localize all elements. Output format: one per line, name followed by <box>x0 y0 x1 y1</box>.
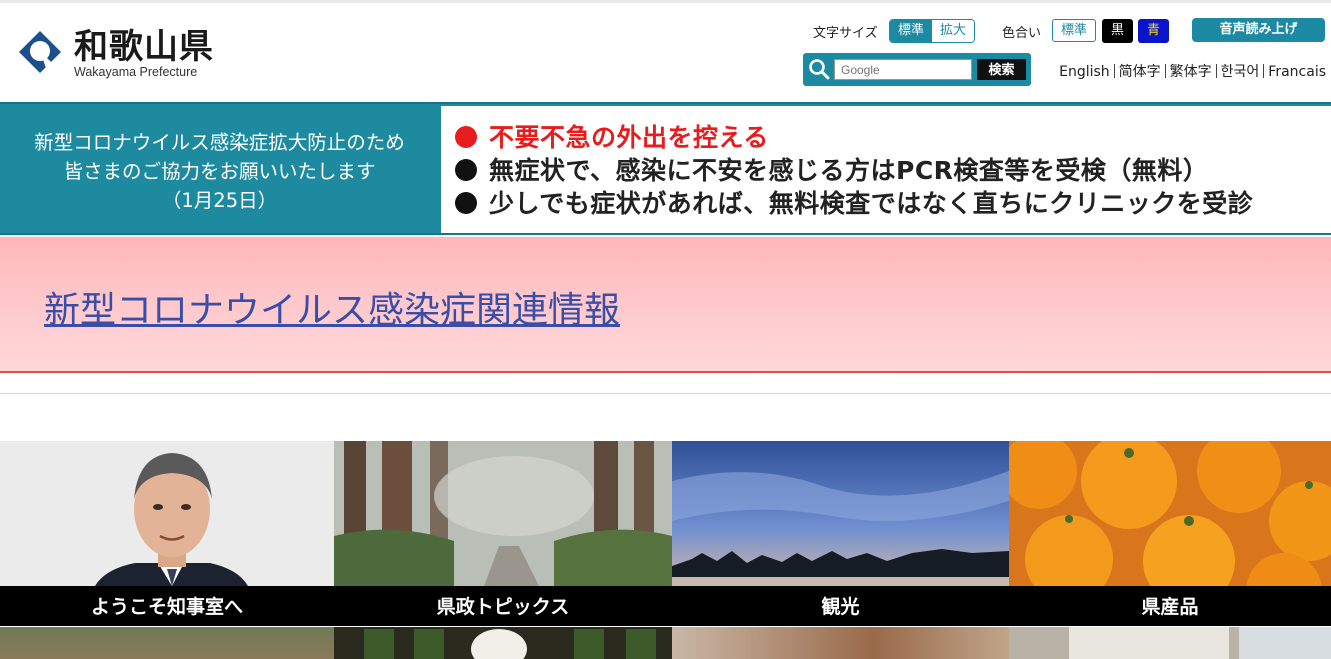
lang-english[interactable]: English <box>1059 64 1110 80</box>
color-label: 色合い <box>1002 26 1042 41</box>
logo-subtitle: Wakayama Prefecture <box>74 65 198 79</box>
color-standard-button[interactable]: 標準 <box>1052 19 1096 42</box>
tile-row2-2[interactable] <box>334 627 672 659</box>
logo-title: 和歌山県 <box>74 27 214 67</box>
bullet-icon <box>455 159 477 181</box>
color-blue-button[interactable]: 青 <box>1138 19 1169 43</box>
search-box: 検索 <box>803 53 1031 86</box>
font-size-label: 文字サイズ <box>813 26 878 41</box>
mandarin-oranges-photo <box>1009 441 1331 586</box>
classroom-photo <box>1069 627 1331 659</box>
lang-traditional-chinese[interactable]: 繁体字 <box>1170 64 1212 80</box>
search-icon <box>809 59 830 80</box>
governor-photo <box>0 441 334 586</box>
font-size-standard-button[interactable]: 標準 <box>890 20 933 42</box>
voice-reader-button[interactable]: 音声読み上げ <box>1192 18 1325 42</box>
font-size-large-button[interactable]: 拡大 <box>932 20 975 42</box>
tile-row2-1[interactable] <box>0 627 334 659</box>
color-black-button[interactable]: 黒 <box>1102 19 1133 43</box>
forest-photo <box>334 441 672 586</box>
request-item-1: 不要不急の外出を控える <box>455 118 769 154</box>
font-size-toggle: 標準 拡大 <box>889 19 976 43</box>
lang-korean[interactable]: 한국어 <box>1221 64 1260 80</box>
covid-banner-requests: 不要不急の外出を控える 無症状で、感染に不安を感じる方はPCR検査等を受検（無料… <box>441 106 1331 233</box>
tile-products-label: 県産品 <box>1009 586 1331 626</box>
tile-governor-label: ようこそ知事室へ <box>0 586 334 626</box>
lang-simplified-chinese[interactable]: 简体字 <box>1119 64 1161 80</box>
bullet-icon <box>455 126 477 148</box>
language-links: English 简体字 繁体字 한국어 Francais <box>1059 61 1326 81</box>
wakayama-logo-icon <box>19 31 61 73</box>
bullet-icon <box>455 192 477 214</box>
covid-info-panel: 新型コロナウイルス感染症関連情報 <box>0 237 1331 373</box>
search-input[interactable] <box>834 59 972 80</box>
request-item-3: 少しでも症状があれば、無料検査ではなく直ちにクリニックを受診 <box>455 184 1253 220</box>
top-border <box>0 0 1331 3</box>
seascape-photo <box>672 441 1009 586</box>
tile-row2-3[interactable] <box>672 627 1009 659</box>
tile-topics[interactable]: 県政トピックス <box>334 441 672 626</box>
covid-banner[interactable]: 新型コロナウイルス感染症拡大防止のため 皆さまのご協力をお願いいたします （1月… <box>0 102 1331 235</box>
covid-info-link[interactable]: 新型コロナウイルス感染症関連情報 <box>44 281 620 333</box>
tile-tourism[interactable]: 観光 <box>672 441 1009 626</box>
sake-bottles-photo <box>364 629 656 659</box>
divider <box>0 393 1331 394</box>
search-button[interactable]: 検索 <box>977 59 1026 80</box>
lang-french[interactable]: Francais <box>1268 64 1326 80</box>
tile-topics-label: 県政トピックス <box>334 586 672 626</box>
tile-governor[interactable]: ようこそ知事室へ <box>0 441 334 626</box>
request-item-2: 無症状で、感染に不安を感じる方はPCR検査等を受検（無料） <box>455 151 1208 187</box>
tile-products[interactable]: 県産品 <box>1009 441 1331 626</box>
site-logo[interactable]: 和歌山県 Wakayama Prefecture <box>16 28 214 79</box>
tile-tourism-label: 観光 <box>672 586 1009 626</box>
tile-row2-4[interactable] <box>1009 627 1331 659</box>
covid-banner-message: 新型コロナウイルス感染症拡大防止のため 皆さまのご協力をお願いいたします （1月… <box>34 131 405 212</box>
